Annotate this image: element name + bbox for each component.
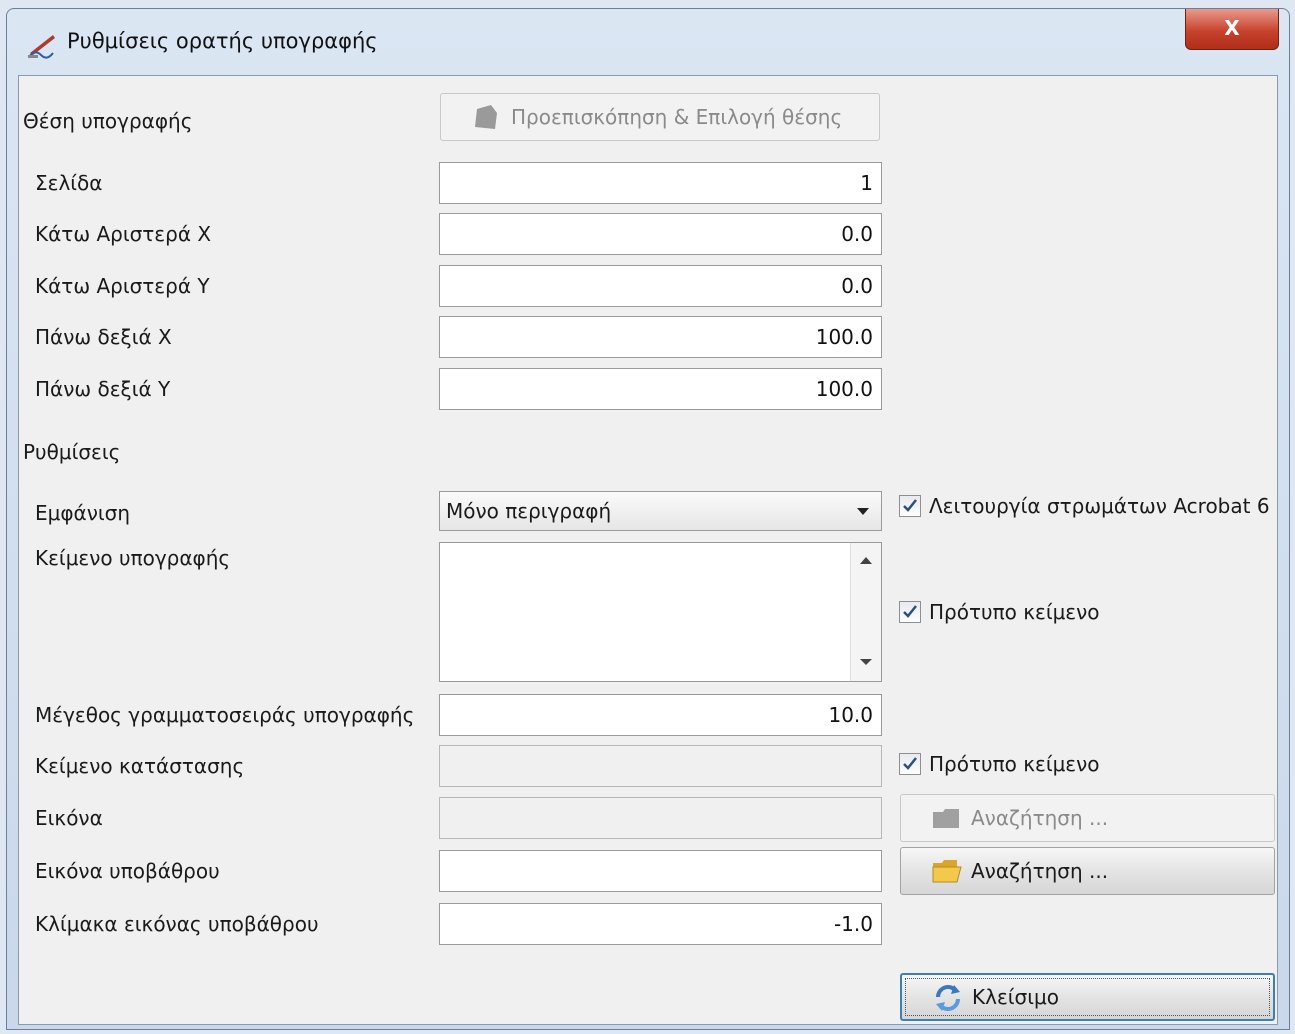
image-browse-button[interactable]: Αναζήτηση ... [900, 794, 1275, 842]
upper-right-x-input[interactable]: 100.0 [439, 316, 882, 358]
preview-position-button[interactable]: Προεπισκόπηση & Επιλογή θέσης [440, 93, 880, 141]
status-template-label: Πρότυπο κείμενο [929, 752, 1100, 776]
dialog-content: Θέση υπογραφής Προεπισκόπηση & Επιλογή θ… [18, 75, 1278, 1025]
status-template-checkbox[interactable]: Πρότυπο κείμενο [899, 752, 1100, 776]
scroll-up-icon[interactable] [860, 557, 872, 564]
signature-pen-icon [28, 35, 55, 59]
upper-right-y-input[interactable]: 100.0 [439, 368, 882, 410]
lower-left-x-input[interactable]: 0.0 [439, 213, 882, 255]
bg-image-browse-button[interactable]: Αναζήτηση ... [900, 847, 1275, 895]
image-browse-label: Αναζήτηση ... [971, 806, 1109, 830]
checkbox-checked-icon[interactable] [899, 495, 921, 517]
folder-icon [933, 809, 959, 828]
section-title-settings: Ρυθμίσεις [23, 440, 121, 464]
signature-template-checkbox[interactable]: Πρότυπο κείμενο [899, 600, 1100, 624]
upper-right-y-label: Πάνω δεξιά Y [35, 377, 171, 401]
acrobat-layers-checkbox[interactable]: Λειτουργία στρωμάτων Acrobat 6 [899, 494, 1270, 518]
font-size-input[interactable]: 10.0 [439, 694, 882, 736]
refresh-arrows-icon [936, 985, 960, 1011]
title-bar[interactable]: Ρυθμίσεις ορατής υπογραφής X [7, 9, 1289, 73]
bg-scale-label: Κλίμακα εικόνας υποβάθρου [35, 912, 319, 936]
page-label: Σελίδα [35, 171, 103, 195]
signature-template-label: Πρότυπο κείμενο [929, 600, 1100, 624]
folder-open-icon [932, 860, 962, 883]
font-size-label: Μέγεθος γραμματοσειράς υπογραφής [35, 703, 415, 727]
chevron-down-icon[interactable] [857, 508, 869, 515]
preview-icon [475, 105, 497, 129]
bg-image-label: Εικόνα υποβάθρου [35, 859, 220, 883]
dialog-window: Ρυθμίσεις ορατής υπογραφής X Θέση υπογρα… [6, 8, 1290, 1030]
signature-text-area[interactable] [439, 542, 882, 682]
image-label: Εικόνα [35, 806, 103, 830]
image-input[interactable] [439, 797, 882, 839]
appearance-selected-value: Μόνο περιγραφή [446, 499, 612, 523]
close-button[interactable]: Κλείσιμο [900, 973, 1275, 1021]
status-text-label: Κείμενο κατάστασης [35, 754, 245, 778]
status-text-input[interactable] [439, 745, 882, 787]
checkbox-checked-icon[interactable] [899, 601, 921, 623]
acrobat-layers-label: Λειτουργία στρωμάτων Acrobat 6 [929, 494, 1270, 518]
page-input[interactable]: 1 [439, 162, 882, 204]
close-button-label: Κλείσιμο [972, 985, 1059, 1009]
lower-left-y-label: Κάτω Αριστερά Y [35, 274, 210, 298]
window-title: Ρυθμίσεις ορατής υπογραφής [67, 29, 378, 53]
appearance-select[interactable]: Μόνο περιγραφή [439, 491, 882, 531]
signature-text-scrollbar[interactable] [850, 543, 881, 681]
bg-scale-input[interactable]: -1.0 [439, 903, 882, 945]
preview-position-label: Προεπισκόπηση & Επιλογή θέσης [511, 105, 843, 129]
signature-text-label: Κείμενο υπογραφής [35, 546, 231, 570]
upper-right-x-label: Πάνω δεξιά X [35, 325, 172, 349]
bg-image-browse-label: Αναζήτηση ... [971, 859, 1109, 883]
checkbox-checked-icon[interactable] [899, 753, 921, 775]
scroll-down-icon[interactable] [860, 659, 872, 665]
lower-left-y-input[interactable]: 0.0 [439, 265, 882, 307]
lower-left-x-label: Κάτω Αριστερά X [35, 222, 212, 246]
section-title-position: Θέση υπογραφής [23, 109, 193, 133]
bg-image-input[interactable] [439, 850, 882, 892]
appearance-label: Εμφάνιση [35, 501, 131, 525]
window-close-button[interactable]: X [1185, 9, 1279, 50]
